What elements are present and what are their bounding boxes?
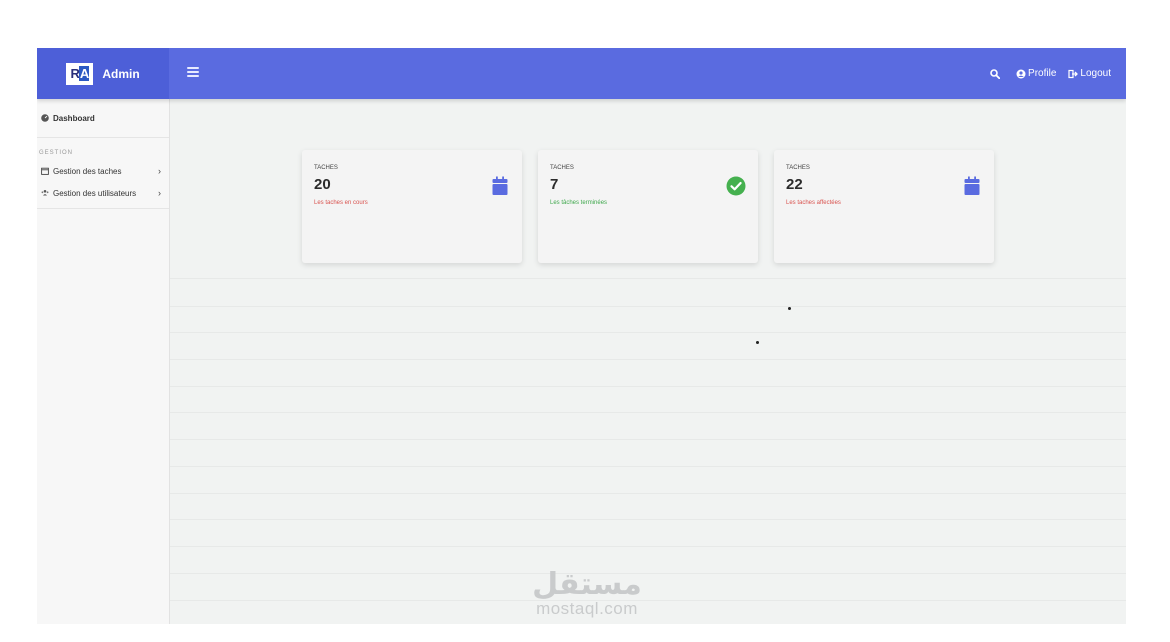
card-subtitle: Les taches en cours [314, 200, 368, 206]
profile-label: Profile [1028, 68, 1057, 79]
sidebar-section-label: GESTION [39, 150, 74, 156]
card-value: 20 [314, 176, 331, 193]
top-navbar: RA Admin Profile Logout [37, 48, 1126, 99]
card-value: 22 [786, 176, 803, 193]
divider [37, 278, 1126, 279]
sidebar-item-label: Dashboard [53, 113, 95, 123]
logo-letter-a: A [78, 66, 89, 81]
sign-out-icon [1068, 69, 1079, 78]
divider [37, 439, 1126, 440]
divider [37, 386, 1126, 387]
watermark: مستقل mostaql.com [512, 570, 662, 618]
sidebar-divider [37, 208, 169, 209]
users-icon [41, 190, 49, 196]
stat-card-assigned[interactable]: TACHES 22 Les taches affectées [774, 150, 994, 263]
divider [37, 519, 1126, 520]
brand[interactable]: RA Admin [37, 48, 169, 99]
divider [37, 332, 1126, 333]
sidebar: Dashboard GESTION Gestion des taches › G… [37, 99, 170, 624]
sidebar-item-users[interactable]: Gestion des utilisateurs › [37, 182, 169, 204]
divider [37, 306, 1126, 307]
divider [37, 546, 1126, 547]
calendar-icon [41, 167, 49, 175]
divider [37, 359, 1126, 360]
top-nav-links: Profile Logout [990, 48, 1111, 99]
dashboard-icon [41, 114, 49, 122]
brand-name: Admin [102, 66, 140, 81]
card-label: TACHES [550, 165, 574, 171]
dot [788, 307, 791, 310]
app-window: RA Admin Profile Logout Dashboard GESTIO… [37, 48, 1126, 624]
divider [37, 466, 1126, 467]
watermark-latin: mostaql.com [536, 599, 638, 618]
logout-label: Logout [1080, 68, 1111, 79]
logo-letter-r: R [70, 66, 79, 81]
card-value: 7 [550, 176, 559, 193]
profile-link[interactable]: Profile [1016, 68, 1056, 79]
stat-card-completed[interactable]: TACHES 7 Les tâches terminées [538, 150, 758, 263]
user-circle-icon [1016, 69, 1026, 78]
stat-card-in-progress[interactable]: TACHES 20 Les taches en cours [302, 150, 522, 263]
dot [756, 341, 759, 344]
sidebar-item-label: Gestion des utilisateurs [53, 188, 137, 198]
sidebar-item-label: Gestion des taches [53, 166, 122, 176]
search-icon[interactable] [990, 68, 1001, 79]
watermark-arabic: مستقل [532, 567, 642, 602]
hamburger-menu-icon[interactable] [187, 65, 199, 79]
sidebar-item-tasks[interactable]: Gestion des taches › [37, 160, 169, 182]
card-subtitle: Les taches affectées [786, 200, 841, 206]
check-circle-icon [726, 176, 746, 196]
calendar-icon [964, 176, 980, 195]
logo: RA [66, 62, 94, 85]
logout-link[interactable]: Logout [1068, 68, 1111, 79]
sidebar-item-dashboard[interactable]: Dashboard [37, 99, 169, 138]
card-label: TACHES [314, 165, 338, 171]
card-subtitle: Les tâches terminées [550, 200, 608, 206]
card-label: TACHES [786, 165, 810, 171]
chevron-right-icon: › [158, 166, 161, 176]
divider [37, 493, 1126, 494]
chevron-right-icon: › [158, 188, 161, 198]
divider [37, 412, 1126, 413]
calendar-icon [492, 176, 508, 195]
